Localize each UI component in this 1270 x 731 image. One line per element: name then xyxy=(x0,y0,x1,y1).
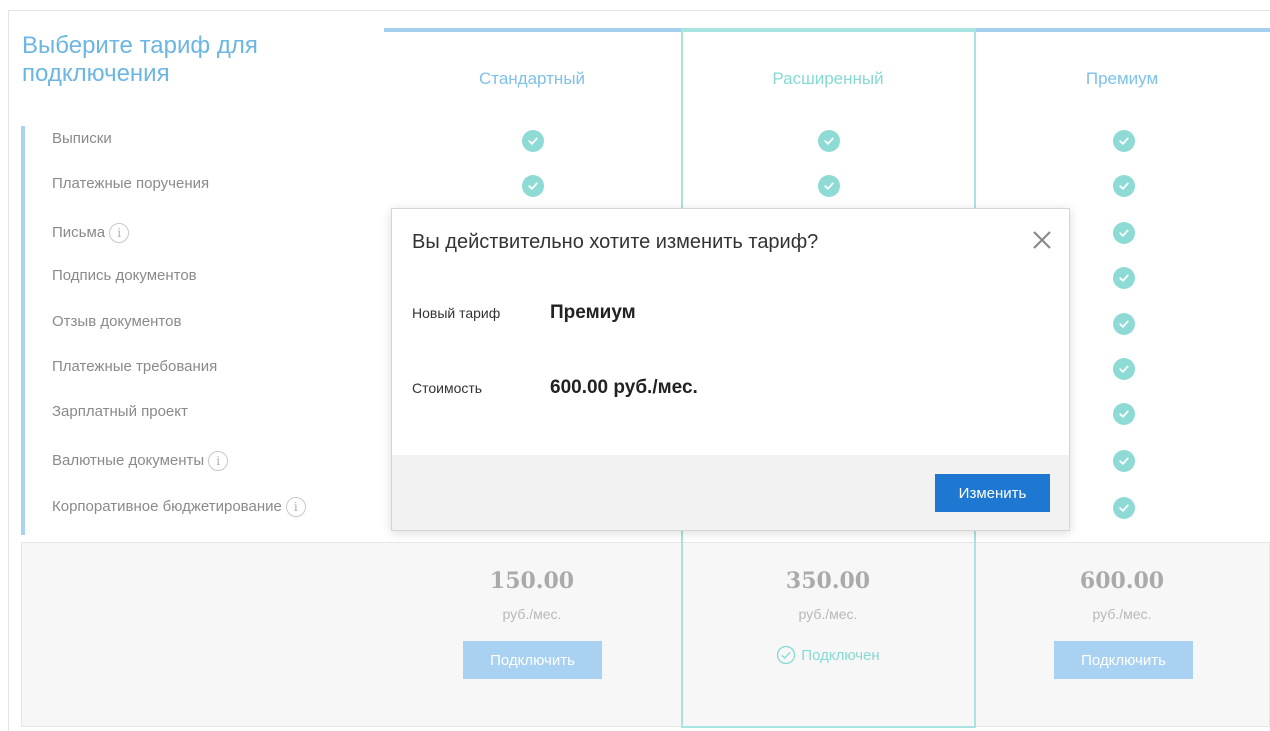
price-unit-premium: руб./мес. xyxy=(1092,606,1152,622)
feature-document-signing: Подпись документов xyxy=(52,265,197,287)
check-circle-icon xyxy=(818,175,840,197)
change-tariff-button[interactable]: Изменить xyxy=(935,474,1050,512)
connect-standard-button[interactable]: Подключить xyxy=(463,641,602,679)
connected-status: Подключен xyxy=(728,645,928,665)
connect-premium-button[interactable]: Подключить xyxy=(1054,641,1193,679)
tariff-name-premium: Премиум xyxy=(1085,69,1159,88)
info-icon[interactable]: i xyxy=(208,451,229,471)
check-circle-icon xyxy=(1113,130,1135,152)
feature-label: Платежные поручения xyxy=(52,175,210,192)
tariff-name-standard: Стандартный xyxy=(478,69,586,88)
price-unit-standard: руб./мес. xyxy=(502,606,562,622)
price-standard: 150.00 xyxy=(489,568,575,594)
feature-label: Подпись документов xyxy=(52,267,197,284)
feature-label: Выписки xyxy=(52,130,112,147)
modal-footer: Изменить xyxy=(392,455,1069,530)
info-icon[interactable]: i xyxy=(109,223,130,243)
feature-salary-project: Зарплатный проект xyxy=(52,401,188,423)
close-icon[interactable] xyxy=(1030,228,1054,252)
check-circle-icon xyxy=(1113,222,1135,244)
check-circle-icon xyxy=(522,175,544,197)
new-tariff-value: Премиум xyxy=(550,302,636,323)
feature-letters: Письма i xyxy=(52,222,130,244)
feature-label: Корпоративное бюджетирование xyxy=(52,498,282,515)
new-tariff-label: Новый тариф xyxy=(412,305,501,321)
feature-label: Зарплатный проект xyxy=(52,403,188,420)
feature-payment-requests: Платежные требования xyxy=(52,356,217,378)
feature-label: Письма xyxy=(52,224,106,241)
feature-label: Валютные документы xyxy=(52,452,205,469)
frame-left-line xyxy=(8,10,9,731)
feature-label: Платежные требования xyxy=(52,358,218,375)
check-circle-outline-icon xyxy=(777,645,796,665)
feature-payment-orders: Платежные поручения xyxy=(52,173,209,195)
feature-document-recall: Отзыв документов xyxy=(52,311,181,333)
check-circle-icon xyxy=(1113,267,1135,289)
change-tariff-modal: Вы действительно хотите изменить тариф? … xyxy=(391,208,1070,531)
info-icon[interactable]: i xyxy=(285,497,306,517)
connected-label: Подключен xyxy=(801,646,880,664)
price-extended: 350.00 xyxy=(785,568,871,594)
feature-statements: Выписки xyxy=(52,128,112,150)
check-circle-icon xyxy=(1113,175,1135,197)
cost-value: 600.00 руб./мес. xyxy=(550,377,698,398)
price-unit-extended: руб./мес. xyxy=(798,606,858,622)
cost-label: Стоимость xyxy=(412,380,483,396)
feature-currency-documents: Валютные документы i xyxy=(52,450,229,472)
check-circle-icon xyxy=(1113,313,1135,335)
check-circle-icon xyxy=(522,130,544,152)
page-title: Выберите тариф для подключения xyxy=(22,32,258,87)
feature-label: Отзыв документов xyxy=(52,313,182,330)
features-accent-bar xyxy=(21,126,25,535)
frame-top-line xyxy=(8,10,1270,11)
feature-corporate-budgeting: Корпоративное бюджетирование i xyxy=(52,496,306,518)
check-circle-icon xyxy=(1113,358,1135,380)
tariff-name-extended: Расширенный xyxy=(772,69,884,88)
check-circle-icon xyxy=(818,130,840,152)
modal-title: Вы действительно хотите изменить тариф? xyxy=(412,231,819,253)
check-circle-icon xyxy=(1113,497,1135,519)
price-premium: 600.00 xyxy=(1079,568,1165,594)
check-circle-icon xyxy=(1113,450,1135,472)
check-circle-icon xyxy=(1113,403,1135,425)
